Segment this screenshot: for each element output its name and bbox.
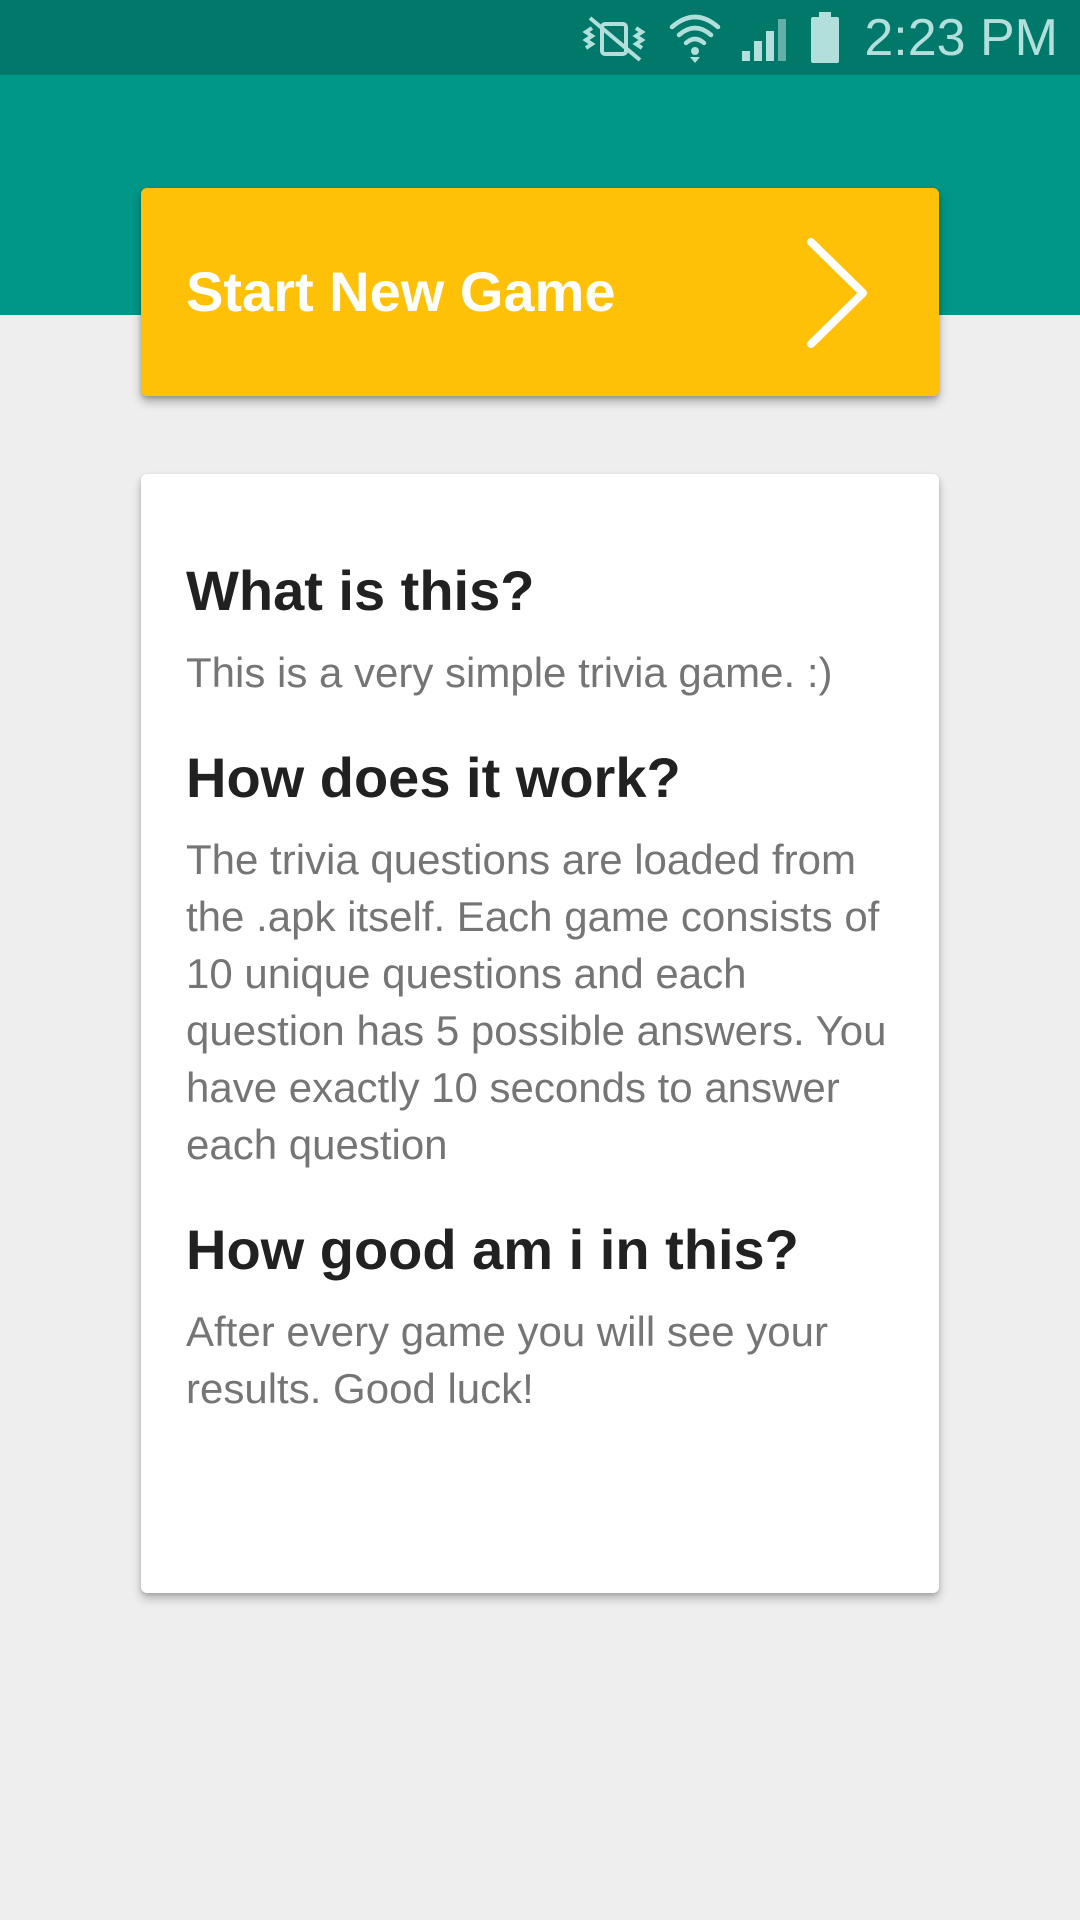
section-what-is-this: What is this? This is a very simple triv… bbox=[186, 558, 894, 701]
start-new-game-label: Start New Game bbox=[186, 260, 616, 323]
status-time: 2:23 PM bbox=[864, 8, 1058, 67]
section-how-does-it-work: How does it work? The trivia questions a… bbox=[186, 745, 894, 1173]
section-title: What is this? bbox=[186, 559, 535, 622]
section-body: This is a very simple trivia game. :) bbox=[186, 649, 833, 696]
start-new-game-button[interactable]: Start New Game bbox=[141, 188, 939, 396]
screen: 2:23 PM Start New Game What is this? Thi… bbox=[0, 0, 1080, 1920]
section-body: The trivia questions are loaded from the… bbox=[186, 836, 887, 1168]
section-how-good-am-i: How good am i in this? After every game … bbox=[186, 1217, 894, 1417]
section-title: How does it work? bbox=[186, 746, 681, 809]
section-title: How good am i in this? bbox=[186, 1218, 799, 1281]
wifi-icon bbox=[670, 14, 721, 63]
chevron-right-icon bbox=[807, 238, 867, 348]
status-bar: 2:23 PM bbox=[0, 0, 1080, 75]
battery-icon bbox=[811, 11, 840, 63]
signal-icon bbox=[742, 18, 787, 61]
info-card: What is this? This is a very simple triv… bbox=[141, 474, 939, 1593]
vibrate-icon bbox=[582, 15, 646, 62]
section-body: After every game you will see your resul… bbox=[186, 1308, 828, 1412]
status-icons: 2:23 PM bbox=[578, 0, 1058, 75]
